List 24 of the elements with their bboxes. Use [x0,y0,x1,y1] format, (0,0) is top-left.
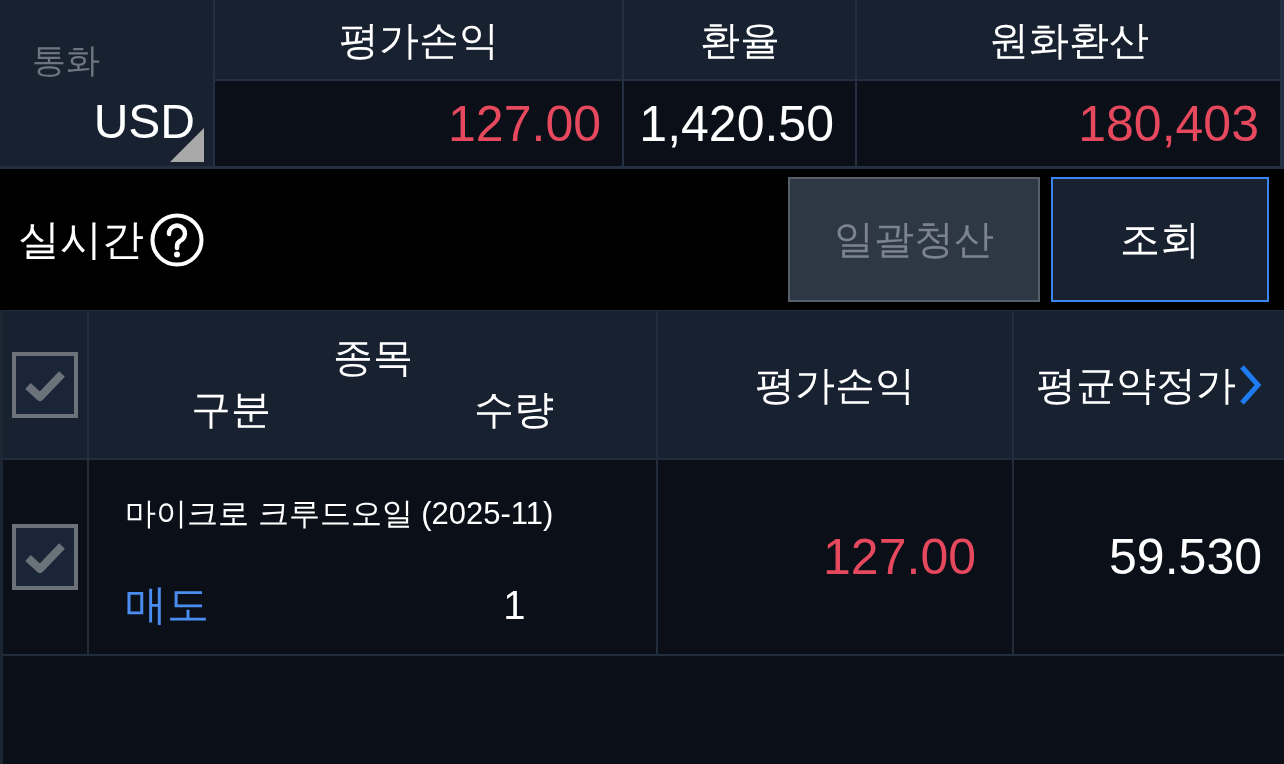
summary-value: 1,420.50 [639,94,834,153]
summary-value: 127.00 [448,94,601,153]
quantity-value: 1 [503,582,526,629]
column-header: 환율 [699,16,780,64]
chevron-right-icon[interactable] [1238,363,1262,406]
instrument-name: 마이크로 크루드오일 (2025-11) [125,495,554,533]
column-header: 평가손익 [755,361,915,409]
search-button[interactable]: 조회 [1051,177,1269,302]
average-price-value: 59.530 [1109,528,1262,586]
help-icon[interactable] [150,212,204,267]
profit-value: 127.00 [823,528,976,586]
checkbox[interactable] [12,351,78,418]
column-header: 구분 [190,386,271,433]
currency-label: 통화 [32,40,100,80]
column-header: 종목 [332,334,413,381]
summary-value: 180,403 [1078,94,1259,153]
column-header: 평균약정가 [1036,361,1236,409]
trade-side: 매도 [125,580,209,630]
currency-value[interactable]: USD [93,94,195,150]
checkbox[interactable] [12,524,78,590]
realtime-label: 실시간 [18,214,144,265]
column-header: 수량 [474,386,555,433]
column-header: 원화환산 [988,16,1149,64]
column-header: 평가손익 [338,16,499,64]
